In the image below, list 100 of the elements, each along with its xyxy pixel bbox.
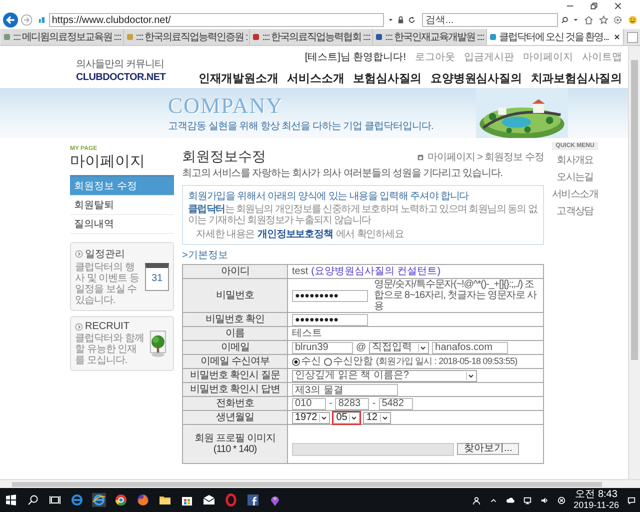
dropdown[interactable]: 직접입력: [369, 342, 430, 354]
cloud-icon[interactable]: [506, 496, 515, 504]
password-field[interactable]: ●●●●●●●●●: [292, 290, 368, 302]
field-value: test: [292, 266, 308, 277]
tree-icon: [147, 330, 169, 358]
field-label: 비밀번호 확인시 질문: [182, 368, 288, 382]
header-link[interactable]: 마이페이지: [523, 50, 573, 64]
field-label: 생년월일: [182, 410, 288, 424]
caret-icon: [349, 414, 358, 422]
page-subtitle: 최고의 서비스를 자랑하는 회사가 의사 여러분들의 성원을 기다리고 있습니다.: [182, 167, 504, 180]
promo-text: 클럽닥터의 행사 및 이벤트 등 일정을 보실 수 있습니다.: [75, 262, 140, 306]
quick-menu-link[interactable]: 서비스소개: [552, 187, 598, 201]
browser-icon[interactable]: [92, 493, 106, 507]
page-title: 회원정보수정: [182, 148, 266, 166]
dropdown[interactable]: 1972: [292, 412, 330, 424]
quick-menu-link[interactable]: 고객상담: [556, 204, 594, 218]
back-button[interactable]: [3, 12, 18, 28]
quick-menu-link[interactable]: 회사개요: [556, 153, 594, 167]
input-field[interactable]: 5482: [378, 398, 413, 410]
social-app-icon[interactable]: [246, 493, 260, 507]
field-note: (회원가입 일시 : 2018-05-18 09:53:55): [376, 356, 518, 367]
password-field[interactable]: ●●●●●●●●●: [292, 314, 368, 326]
nav-link[interactable]: 보험심사질의: [353, 71, 422, 86]
promo-card[interactable]: RECRUIT 클럽닥터와 함께할 유능한 인재를 모십니다.: [70, 316, 174, 371]
browser-tab[interactable]: :::: 메디윔의료정보교육원 ::::: [1, 29, 124, 45]
bullet-icon: [75, 322, 83, 330]
browser-tab[interactable]: :::: 한국인재교육개발원 ::::: [373, 29, 487, 45]
error-icon[interactable]: [556, 496, 566, 504]
sidebar-item[interactable]: 회원탈퇴: [70, 196, 174, 215]
logo-tagline: 의사들만의 커뮤니티: [76, 58, 164, 71]
dropdown[interactable]: 12: [363, 412, 390, 424]
promo-text: 클럽닥터와 함께할 유능한 인재를 모십니다.: [75, 333, 145, 366]
input-field[interactable]: 010: [292, 398, 326, 410]
field-note: (요양병원심사질의 컨설턴트): [311, 266, 441, 277]
quick-menu-link[interactable]: 오시는길: [556, 170, 594, 184]
task-view-icon[interactable]: [48, 493, 62, 507]
lock-icon: [397, 16, 405, 24]
radio-button[interactable]: 수신안함: [324, 356, 373, 367]
dropdown[interactable]: 인상깊게 읽은 책 이름은?: [292, 370, 477, 382]
dropdown[interactable]: 05: [333, 412, 360, 424]
caret-icon[interactable]: [386, 16, 394, 24]
browser-tab[interactable]: :::: 한국의료직업능력인증원 :: [124, 29, 250, 45]
welcome-text: [테스트]님 환영합니다!: [304, 51, 406, 64]
promo-card[interactable]: 일정관리 클럽닥터의 행사 및 이벤트 등 일정을 보실 수 있습니다. 31: [70, 242, 174, 311]
input-field[interactable]: blrun39: [292, 342, 353, 354]
browser-tab[interactable]: :::: 한국의료직업능력협회 ::::: [250, 29, 374, 45]
close-icon[interactable]: [614, 2, 622, 10]
horizontal-scrollbar[interactable]: [0, 479, 640, 488]
notice-text: 클럽닥터는 회원님의 개인정보를 신중하게 보호하며 노력하고 있으며 회원님의 동의 없이는 기재하신 회원정보가 누출되지 않습니다: [188, 204, 538, 226]
field-label: 비밀번호 확인시 답변: [182, 382, 288, 396]
input-field[interactable]: hanafos.com: [432, 342, 508, 354]
smiley-icon[interactable]: [628, 15, 637, 25]
site-icon: [3, 33, 11, 41]
header-link[interactable]: 입금게시판: [464, 50, 514, 64]
input-field[interactable]: 제3의 물결: [292, 384, 398, 396]
radio-button[interactable]: 수신: [292, 356, 321, 367]
browser-tab[interactable]: 클럽닥터에 오신 것을 환영...: [486, 29, 624, 45]
browse-button[interactable]: 찾아보기...: [457, 443, 520, 455]
caret-icon: [418, 344, 428, 352]
header-link[interactable]: 사이트맵: [582, 50, 622, 64]
speaker-icon[interactable]: [540, 496, 549, 504]
clock[interactable]: 오전 8:43 2019-11-26: [574, 490, 619, 510]
restore-icon[interactable]: [590, 2, 598, 10]
settings-icon[interactable]: [613, 15, 623, 25]
header-link[interactable]: 로그아웃: [415, 50, 455, 64]
nav-link[interactable]: 요양병원심사질의: [430, 71, 522, 86]
start-button[interactable]: [4, 493, 18, 507]
caret-icon: [380, 414, 388, 422]
network-icon[interactable]: [522, 496, 532, 504]
search-icon[interactable]: [26, 493, 40, 507]
notification-icon[interactable]: [627, 496, 636, 504]
notice-text: 자세한 내용은: [196, 228, 255, 241]
browser-icon[interactable]: [114, 493, 128, 507]
clock-time: 오전 8:43: [575, 490, 618, 500]
privacy-policy-link[interactable]: 개인정보보호정책: [258, 227, 333, 241]
vertical-scrollbar[interactable]: [628, 46, 640, 479]
nav-link[interactable]: 인재개발원소개: [198, 71, 278, 86]
search-field[interactable]: 검색...: [422, 13, 558, 27]
refresh-icon[interactable]: [408, 16, 416, 24]
person-icon[interactable]: [472, 496, 481, 504]
envelope-icon[interactable]: [202, 493, 216, 507]
banner-title: COMPANY: [168, 93, 284, 119]
search-icon[interactable]: [561, 16, 569, 24]
nav-link[interactable]: 서비스소개: [287, 71, 344, 86]
separator-text: -: [372, 398, 376, 409]
nav-link[interactable]: 치과보험심사질의: [530, 71, 622, 86]
browser-icon[interactable]: [136, 493, 150, 507]
site-icon: [38, 16, 46, 24]
notice-heading: 회원가입을 위해서 아래의 양식에 있는 내용을 입력해 주셔야 합니다: [188, 190, 470, 203]
sidebar-item[interactable]: 질의내역: [70, 215, 174, 234]
address-field[interactable]: https://www.clubdoctor.net/: [48, 13, 384, 27]
close-icon[interactable]: [612, 33, 621, 41]
caret-icon[interactable]: [572, 16, 580, 24]
star-icon[interactable]: [598, 15, 608, 25]
logo-text[interactable]: CLUBDOCTOR.NET: [76, 72, 166, 83]
field-label: 회원 프로필 이미지 (110 * 140): [182, 424, 288, 464]
file-path-field[interactable]: [292, 442, 454, 456]
field-label: 아이디: [182, 264, 288, 278]
site-icon: [252, 33, 260, 41]
input-field[interactable]: 8283: [335, 398, 370, 410]
